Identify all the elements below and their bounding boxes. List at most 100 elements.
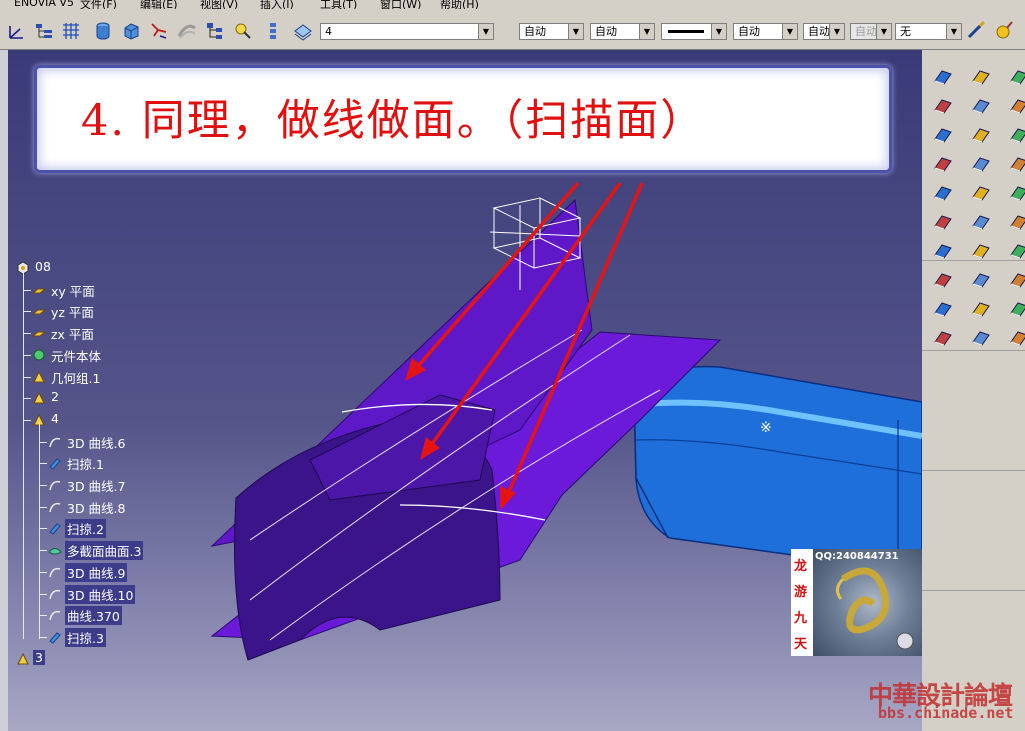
tree-item-label: xy 平面 — [51, 283, 95, 299]
extrude-icon[interactable] — [970, 95, 992, 117]
circle-icon[interactable] — [970, 298, 992, 320]
fillet-icon[interactable] — [1008, 153, 1025, 175]
tree-item-label: 3D 曲线.8 — [67, 500, 126, 516]
extract-icon[interactable] — [970, 153, 992, 175]
body-icon — [32, 348, 46, 362]
offset-icon[interactable] — [1008, 95, 1025, 117]
tree-item-label: 2 — [51, 389, 59, 405]
tutorial-callout: 4. 同理，做线做面。（扫描面） — [34, 65, 892, 173]
chamfer-icon[interactable] — [932, 182, 954, 204]
tree-connector — [23, 419, 31, 421]
properties-brush-icon[interactable] — [966, 19, 988, 41]
toolbar-separator — [922, 590, 1025, 591]
tree-connector — [23, 311, 31, 313]
intersect-icon[interactable] — [932, 298, 954, 320]
plane-icon — [31, 283, 47, 297]
join-icon[interactable] — [932, 124, 954, 146]
affinity-icon[interactable] — [1008, 211, 1025, 233]
tree-item-label: 3D 曲线.6 — [67, 435, 126, 451]
author-logo: 龙 游 九 天 QQ:240844731 — [791, 549, 922, 656]
tree-item-label: yz 平面 — [51, 305, 94, 321]
logo-vertical-text: 龙 游 九 天 — [791, 549, 811, 656]
sweep-icon — [48, 521, 62, 536]
tree-connector — [39, 506, 47, 508]
toolbar-separator — [922, 350, 1025, 351]
logo-char-1: 龙 — [794, 559, 808, 574]
tree-vertical-line — [23, 270, 24, 639]
chevron-down-icon: ▼ — [946, 24, 961, 39]
tree-item-label: 3D 曲线.7 — [67, 479, 126, 494]
sweep-icon — [48, 456, 62, 470]
sweep-icon — [48, 630, 62, 644]
curve-icon — [48, 565, 62, 579]
tree-item-label: 扫掠.2 — [65, 519, 106, 539]
plane-tool-icon[interactable] — [970, 66, 992, 88]
analysis-icon[interactable] — [1008, 327, 1025, 349]
tree-item-label: 3D 曲线.10 — [65, 584, 136, 604]
tree-connector — [39, 463, 47, 465]
project-icon[interactable] — [1008, 269, 1025, 291]
curve-icon — [48, 608, 62, 622]
tree-connector — [39, 441, 47, 443]
right-toolbar — [922, 50, 1025, 731]
logo-char-4: 天 — [794, 637, 808, 652]
multisection-icon — [48, 543, 62, 557]
tree-connector — [39, 571, 47, 573]
line-icon[interactable] — [1008, 298, 1025, 320]
callout-text: 4. 同理，做线做面。（扫描面） — [81, 96, 706, 146]
tree-connector — [39, 485, 47, 486]
tree-item-label: zx 平面 — [51, 327, 94, 343]
watermark-url: bbs.chinade.net — [878, 704, 1014, 722]
tree-connector — [39, 550, 47, 552]
tree-connector — [39, 528, 47, 530]
tree-item-label: 元件本体 — [51, 348, 102, 364]
tree-connector — [23, 354, 31, 356]
geoset-icon — [16, 652, 30, 666]
dragon-image — [813, 549, 922, 656]
split-icon[interactable] — [970, 124, 992, 146]
connect-icon[interactable] — [1008, 240, 1025, 262]
tree-item-label: 4 — [51, 410, 59, 426]
spline-icon[interactable] — [932, 240, 954, 262]
tree-item-label: 3D 曲线.9 — [65, 562, 128, 582]
geoset-icon — [32, 391, 46, 405]
corner-icon[interactable] — [932, 269, 954, 291]
curve-icon — [48, 500, 62, 514]
tree-item-label: 扫掠.3 — [65, 627, 106, 647]
tree-vertical-line — [39, 421, 40, 639]
boundary-icon[interactable] — [932, 153, 954, 175]
dragon-icon — [836, 567, 914, 650]
tree-connector — [23, 398, 31, 400]
tree-item-label: 多截面曲面.3 — [65, 541, 144, 561]
tree-connector — [39, 615, 47, 617]
surface-icon[interactable] — [932, 66, 954, 88]
logo-char-2: 游 — [794, 585, 808, 600]
geoset-icon — [32, 370, 46, 384]
tree-connector — [23, 376, 31, 378]
fill-icon[interactable] — [932, 95, 954, 117]
plane-icon — [31, 304, 47, 318]
tree-item-label: 扫掠.1 — [67, 457, 104, 473]
toolbar-separator — [922, 260, 1025, 261]
scale-icon[interactable] — [970, 211, 992, 233]
logo-char-3: 九 — [794, 611, 808, 626]
symmetry-icon[interactable] — [932, 211, 954, 233]
translate-icon[interactable] — [970, 182, 992, 204]
tree-connector — [23, 289, 31, 291]
trim-icon[interactable] — [1008, 124, 1025, 146]
law-icon[interactable] — [970, 327, 992, 349]
tree-connector — [39, 636, 47, 638]
point-icon[interactable] — [932, 327, 954, 349]
tree-item-label: 几何组.1 — [51, 370, 101, 386]
helix-icon[interactable] — [970, 240, 992, 262]
tree-connector — [23, 333, 31, 335]
blue-part: ※ — [633, 365, 922, 566]
sweep-tool-icon[interactable] — [1008, 66, 1025, 88]
parallel-icon[interactable] — [970, 269, 992, 291]
curve-icon — [48, 478, 62, 492]
toolbar-separator — [922, 470, 1025, 471]
paint-icon[interactable] — [994, 19, 1016, 41]
tree-item-label: 08 — [35, 259, 51, 274]
tree-item-label: 3 — [33, 649, 45, 665]
rotate-icon[interactable] — [1008, 182, 1025, 204]
